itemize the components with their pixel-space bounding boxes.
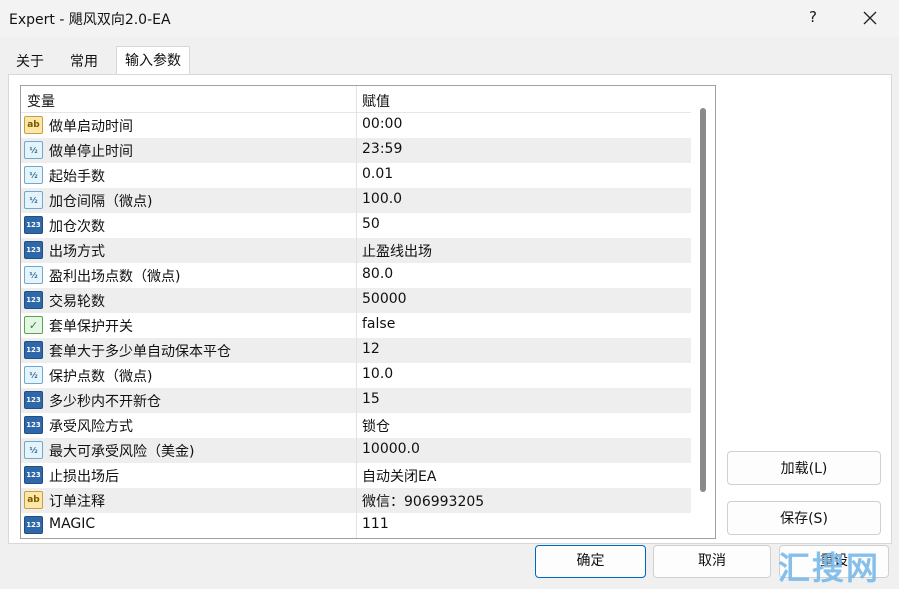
parameter-name: 起始手数 [49, 169, 105, 185]
integer-type-icon: 123 [24, 341, 43, 359]
parameter-name: 最大可承受风险（美金) [49, 444, 195, 460]
bool-type-icon: ✓ [24, 316, 43, 334]
parameter-value[interactable]: 50000 [362, 291, 407, 307]
parameter-name: 保护点数（微点) [49, 369, 153, 385]
save-button[interactable]: 保存(S) [727, 501, 881, 535]
string-type-icon: ab [24, 116, 43, 134]
double-type-icon: ½ [24, 366, 43, 384]
parameter-value[interactable]: 100.0 [362, 191, 402, 207]
parameter-value[interactable]: 锁仓 [362, 416, 390, 436]
column-header-variable[interactable]: 变量 [27, 91, 55, 111]
integer-type-icon: 123 [24, 391, 43, 409]
double-type-icon: ½ [24, 441, 43, 459]
integer-type-icon: 123 [24, 516, 43, 534]
parameter-name: 出场方式 [49, 244, 105, 260]
parameter-value[interactable]: 23:59 [362, 141, 402, 157]
parameter-value[interactable]: 80.0 [362, 266, 393, 282]
parameter-value[interactable]: 10000.0 [362, 441, 420, 457]
tab-inputs[interactable]: 输入参数 [116, 46, 190, 75]
parameter-name: 盈利出场点数（微点) [49, 269, 181, 285]
parameter-name: 多少秒内不开新仓 [49, 394, 161, 410]
tab-about[interactable]: 关于 [8, 50, 52, 74]
parameter-value[interactable]: 15 [362, 391, 380, 407]
double-type-icon: ½ [24, 141, 43, 159]
parameter-name: 套单大于多少单自动保本平仓 [49, 344, 231, 360]
tab-common[interactable]: 常用 [62, 50, 106, 74]
vertical-scrollbar[interactable] [692, 86, 714, 538]
cancel-button[interactable]: 取消 [653, 545, 771, 578]
ok-button[interactable]: 确定 [535, 545, 646, 578]
parameter-name: 加仓间隔（微点) [49, 194, 153, 210]
close-icon[interactable] [858, 6, 882, 30]
parameter-name: MAGIC [49, 516, 96, 532]
parameter-value[interactable]: 止盈线出场 [362, 241, 432, 261]
parameter-name: 承受风险方式 [49, 419, 133, 435]
double-type-icon: ½ [24, 266, 43, 284]
watermark-logo: 汇搜网 [778, 549, 881, 587]
integer-type-icon: 123 [24, 466, 43, 484]
parameter-value[interactable]: 50 [362, 216, 380, 232]
parameter-value[interactable]: 微信：906993205 [362, 491, 484, 511]
load-button[interactable]: 加载(L) [727, 451, 881, 485]
column-divider[interactable] [356, 86, 357, 538]
parameter-value[interactable]: 111 [362, 516, 389, 532]
parameter-name: 订单注释 [49, 494, 105, 510]
parameter-name: 做单启动时间 [49, 119, 133, 135]
parameter-name: 套单保护开关 [49, 319, 133, 335]
parameter-value[interactable]: 0.01 [362, 166, 393, 182]
scrollbar-thumb[interactable] [700, 108, 706, 492]
title-bar: Expert - 飓风双向2.0-EA ? [0, 0, 899, 37]
parameter-name: 加仓次数 [49, 219, 105, 235]
tab-bar: 关于 常用 输入参数 [8, 46, 894, 75]
column-header-value[interactable]: 赋值 [362, 91, 390, 111]
integer-type-icon: 123 [24, 416, 43, 434]
parameter-name: 做单停止时间 [49, 144, 133, 160]
integer-type-icon: 123 [24, 216, 43, 234]
help-button[interactable]: ? [806, 8, 820, 28]
parameter-value[interactable]: 10.0 [362, 366, 393, 382]
double-type-icon: ½ [24, 191, 43, 209]
parameter-value[interactable]: 自动关闭EA [362, 466, 436, 486]
window-title: Expert - 飓风双向2.0-EA [9, 12, 171, 28]
integer-type-icon: 123 [24, 291, 43, 309]
parameters-grid: 变量 赋值 ab 做单启动时间 00:00 ½ 做单停止时间 23:59 ½ 起始手数 0.01… [20, 85, 716, 539]
integer-type-icon: 123 [24, 241, 43, 259]
parameter-value[interactable]: false [362, 316, 395, 332]
parameter-value[interactable]: 00:00 [362, 116, 402, 132]
double-type-icon: ½ [24, 166, 43, 184]
parameter-name: 交易轮数 [49, 294, 105, 310]
parameter-name: 止损出场后 [49, 469, 119, 485]
string-type-icon: ab [24, 491, 43, 509]
parameter-value[interactable]: 12 [362, 341, 380, 357]
